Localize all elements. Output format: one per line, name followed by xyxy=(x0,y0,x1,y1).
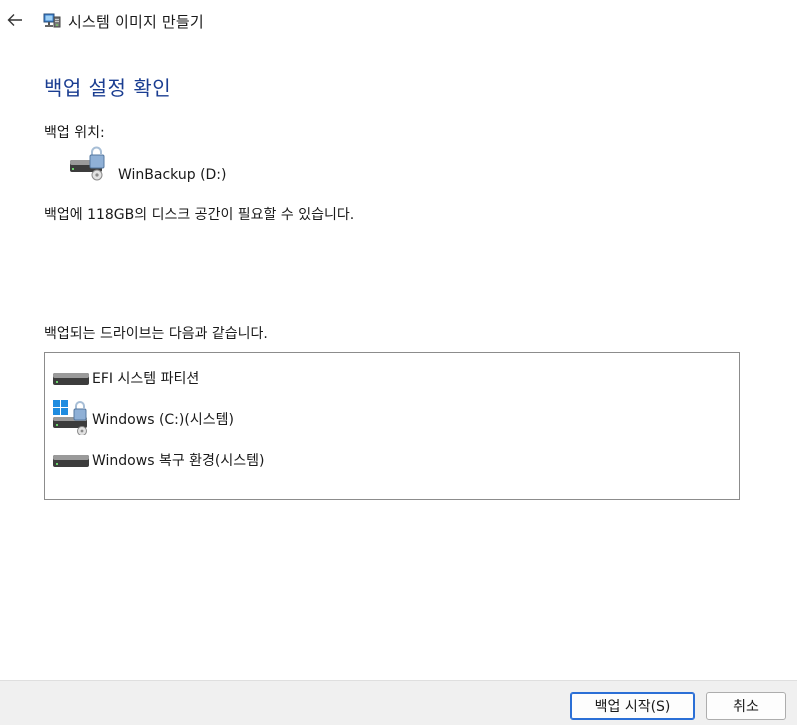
footer-bar: 백업 시작(S) 취소 xyxy=(0,680,797,725)
cancel-button[interactable]: 취소 xyxy=(706,692,786,720)
start-backup-button[interactable]: 백업 시작(S) xyxy=(570,692,695,720)
drive-item-recovery[interactable]: Windows 복구 환경(시스템) xyxy=(45,441,735,475)
drive-label: Windows (C:)(시스템) xyxy=(92,412,234,428)
space-requirement-text: 백업에 118GB의 디스크 공간이 필요할 수 있습니다. xyxy=(44,207,355,223)
drives-list-label: 백업되는 드라이브는 다음과 같습니다. xyxy=(44,326,268,342)
arrow-left-icon xyxy=(7,14,22,26)
system-image-backup-icon xyxy=(43,13,61,28)
title-bar: 시스템 이미지 만들기 xyxy=(0,0,797,40)
drive-locked-icon xyxy=(70,146,105,181)
backup-location-label: 백업 위치: xyxy=(44,125,105,141)
drive-label: EFI 시스템 파티션 xyxy=(92,371,200,387)
drive-item-efi[interactable]: EFI 시스템 파티션 xyxy=(45,359,735,393)
drive-icon xyxy=(53,373,89,385)
drive-icon xyxy=(53,455,89,467)
back-button[interactable] xyxy=(4,8,26,32)
windows-drive-locked-icon xyxy=(53,400,87,435)
drive-list[interactable]: EFI 시스템 파티션 Windows (C:)(시스템) Windows 복구… xyxy=(44,352,740,500)
drive-label: Windows 복구 환경(시스템) xyxy=(92,453,265,469)
page-heading: 백업 설정 확인 xyxy=(44,76,172,100)
backup-location-name: WinBackup (D:) xyxy=(118,167,227,183)
window-title: 시스템 이미지 만들기 xyxy=(68,13,204,31)
drive-item-windows-c[interactable]: Windows (C:)(시스템) xyxy=(45,400,735,435)
